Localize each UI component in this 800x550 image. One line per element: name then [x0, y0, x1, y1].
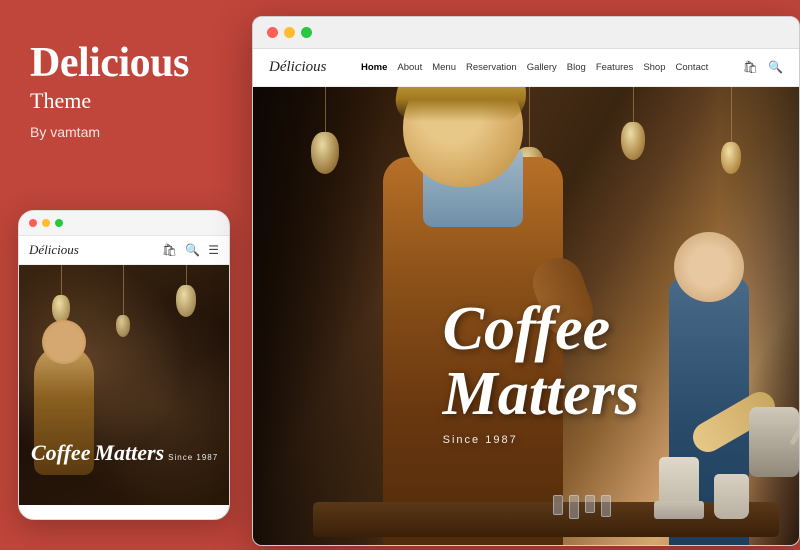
mobile-cord-2 [123, 265, 124, 315]
browser-dot-green [301, 27, 312, 38]
nav-link-menu[interactable]: Menu [432, 62, 456, 73]
mobile-search-icon: 🔍 [185, 243, 200, 258]
mobile-dot-green [55, 219, 63, 227]
hero-hands-person [689, 317, 799, 497]
author-label: By vamtam [30, 124, 218, 140]
mobile-hero-text: Coffee Matters Since 1987 [31, 441, 218, 465]
browser-logo: Délicious [269, 59, 349, 76]
nav-link-reservation[interactable]: Reservation [466, 62, 517, 73]
mobile-light-2 [116, 265, 130, 337]
hero-since: Since 1987 [443, 435, 639, 447]
search-icon[interactable]: 🔍 [768, 60, 783, 75]
mobile-hero-line2: Matters [94, 440, 164, 465]
mobile-bulb-3 [176, 285, 196, 317]
nav-link-features[interactable]: Features [596, 62, 634, 73]
mobile-menu-icon: ☰ [208, 243, 219, 258]
cord-line-1 [325, 87, 326, 132]
mobile-cord-1 [61, 265, 62, 295]
mobile-logo: Délicious [29, 242, 79, 258]
mobile-bulb-1 [52, 295, 70, 323]
bulb-1 [311, 132, 339, 174]
mobile-nav: Délicious 🛍 🔍 ☰ [19, 236, 229, 265]
cord-line-4 [633, 87, 634, 122]
browser-dot-red [267, 27, 278, 38]
bulb-4 [621, 122, 645, 160]
browser-hero: Coffee Matters Since 1987 [253, 87, 799, 546]
cart-icon[interactable]: 🛍 [743, 60, 758, 75]
browser-nav: Délicious Home About Menu Reservation Ga… [253, 49, 799, 87]
light-cord-4 [621, 87, 645, 160]
light-cord-1 [311, 87, 339, 174]
browser-nav-links: Home About Menu Reservation Gallery Blog… [361, 62, 731, 73]
mobile-cord-3 [186, 265, 187, 285]
coffee-base [654, 501, 704, 519]
theme-label: Theme [30, 88, 218, 114]
kettle-right [714, 474, 749, 519]
bar-counter [313, 502, 779, 537]
glass-4 [601, 495, 611, 517]
nav-link-home[interactable]: Home [361, 62, 387, 73]
person-hair [394, 87, 531, 122]
mobile-dot-yellow [42, 219, 50, 227]
browser-traffic-lights [253, 17, 799, 49]
glass-3 [585, 495, 595, 513]
browser-dot-yellow [284, 27, 295, 38]
hero-line1: Coffee [443, 297, 639, 362]
counter-glasses [553, 495, 611, 519]
mobile-since: Since 1987 [168, 453, 218, 462]
mobile-hero-line1: Coffee [31, 440, 90, 465]
glass-1 [553, 495, 563, 515]
hero-line2: Matters [443, 362, 639, 427]
mobile-nav-icons: 🛍 🔍 ☰ [162, 243, 219, 258]
right-person-head [674, 232, 744, 302]
glass-2 [569, 495, 579, 519]
main-title: Delicious [30, 40, 218, 86]
nav-link-shop[interactable]: Shop [643, 62, 665, 73]
coffee-dripper [659, 457, 699, 507]
browser-nav-right: 🛍 🔍 [743, 60, 783, 75]
mobile-bulb-2 [116, 315, 130, 337]
light-cord-5 [721, 87, 741, 174]
mobile-cart-icon: 🛍 [162, 243, 177, 258]
mobile-hero: Coffee Matters Since 1987 [19, 265, 229, 505]
browser-mockup: Délicious Home About Menu Reservation Ga… [252, 16, 800, 546]
mobile-light-3 [176, 265, 196, 337]
left-panel: Delicious Theme By vamtam Délicious 🛍 🔍 … [0, 0, 248, 550]
hero-text-overlay: Coffee Matters Since 1987 [443, 297, 639, 447]
cord-line-5 [731, 87, 732, 142]
nav-link-gallery[interactable]: Gallery [527, 62, 557, 73]
mobile-dot-red [29, 219, 37, 227]
mobile-mockup: Délicious 🛍 🔍 ☰ [18, 210, 230, 520]
nav-link-blog[interactable]: Blog [567, 62, 586, 73]
bulb-5 [721, 142, 741, 174]
nav-link-about[interactable]: About [397, 62, 422, 73]
nav-link-contact[interactable]: Contact [676, 62, 709, 73]
mobile-traffic-lights [19, 211, 229, 236]
